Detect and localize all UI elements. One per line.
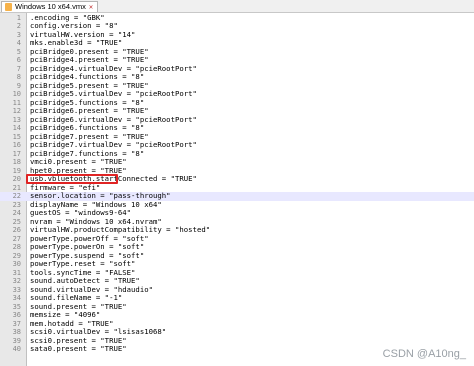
line-number: 2 bbox=[16, 22, 21, 30]
line-number: 6 bbox=[16, 56, 21, 64]
line-number: 24 bbox=[12, 209, 21, 217]
line-number: 12 bbox=[12, 107, 21, 115]
line-number: 31 bbox=[12, 268, 21, 277]
line-number: 15 bbox=[12, 132, 21, 141]
line-number: 1 bbox=[16, 13, 21, 22]
line-number: 3 bbox=[16, 30, 21, 39]
line-number: 33 bbox=[12, 285, 21, 294]
line-number: 22 bbox=[12, 192, 21, 200]
line-number: 30 bbox=[12, 260, 21, 268]
line-number: 28 bbox=[12, 243, 21, 251]
line-number: 17 bbox=[12, 149, 21, 158]
line-number: 38 bbox=[12, 328, 21, 336]
tab-title: Windows 10 x64.vmx bbox=[15, 2, 86, 11]
watermark: CSDN @A10ng_ bbox=[382, 348, 466, 360]
line-number: 29 bbox=[12, 251, 21, 260]
line-text: sata0.present = "TRUE" bbox=[30, 344, 127, 353]
close-icon[interactable]: ✕ bbox=[89, 2, 93, 12]
line-number: 10 bbox=[12, 90, 21, 98]
line-number: 9 bbox=[16, 81, 21, 90]
line-number: 4 bbox=[16, 39, 21, 47]
tab-windows-10-x64-vmx[interactable]: Windows 10 x64.vmx ✕ bbox=[1, 1, 99, 12]
line-number: 11 bbox=[12, 98, 21, 107]
firmware-highlight-box bbox=[26, 174, 118, 184]
line-number: 25 bbox=[12, 217, 21, 226]
line-number: 18 bbox=[12, 158, 21, 166]
file-icon bbox=[5, 3, 12, 11]
line-number: 36 bbox=[12, 311, 21, 319]
line-number: 19 bbox=[12, 166, 21, 175]
line-number: 14 bbox=[12, 124, 21, 132]
line-number: 8 bbox=[16, 73, 21, 81]
line-number: 7 bbox=[16, 64, 21, 73]
line-number: 35 bbox=[12, 302, 21, 311]
line-number: 39 bbox=[12, 336, 21, 345]
line-number: 21 bbox=[12, 183, 21, 192]
line-number: 40 bbox=[12, 345, 21, 353]
line-number: 16 bbox=[12, 141, 21, 149]
line-number: 34 bbox=[12, 294, 21, 302]
line-number: 20 bbox=[12, 175, 21, 183]
tab-bar: Windows 10 x64.vmx ✕ bbox=[0, 0, 474, 13]
line-number: 26 bbox=[12, 226, 21, 234]
line-number: 13 bbox=[12, 115, 21, 124]
text-editor[interactable]: 1 .encoding = "GBK" 2 config.version = "8" 3… bbox=[0, 13, 474, 366]
line-number: 27 bbox=[12, 234, 21, 243]
line-number: 23 bbox=[12, 200, 21, 209]
line-number: 5 bbox=[16, 47, 21, 56]
line-number: 32 bbox=[12, 277, 21, 285]
line-number: 37 bbox=[12, 319, 21, 328]
